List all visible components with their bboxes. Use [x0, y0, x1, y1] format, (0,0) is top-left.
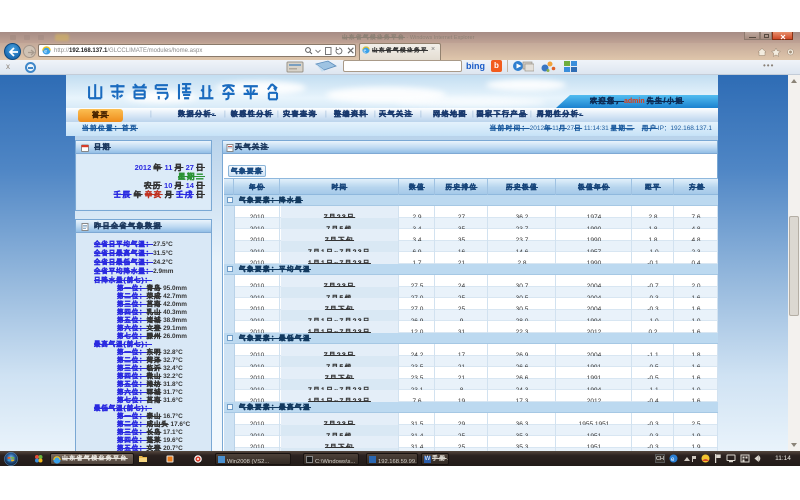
svg-text:e: e [44, 48, 47, 55]
svg-text:e: e [363, 47, 366, 54]
